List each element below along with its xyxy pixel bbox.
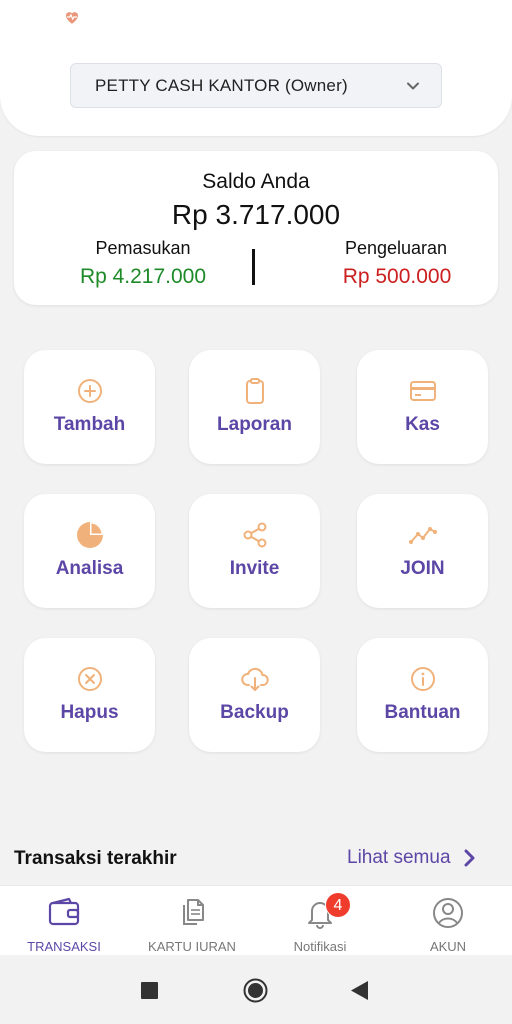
documents-icon (183, 899, 204, 925)
nav-item-kartu-iuran[interactable]: KARTU IURAN (128, 886, 256, 955)
account-select[interactable]: PETTY CASH KANTOR (Owner) (70, 63, 442, 108)
menu-label: Tambah (53, 414, 126, 435)
expense-label: Pengeluaran (344, 238, 448, 258)
nav-label: AKUN (429, 939, 467, 954)
chevron-down-icon (407, 82, 419, 89)
x-circle-icon (77, 667, 102, 691)
back-triangle-icon[interactable] (351, 981, 368, 1000)
home-circle-icon[interactable] (243, 978, 268, 1003)
clipboard-icon (245, 378, 264, 404)
menu-kas-button[interactable]: Kas (357, 350, 488, 464)
menu-label: Bantuan (384, 702, 461, 723)
menu-label: Laporan (217, 414, 292, 435)
trending-line-icon (408, 527, 437, 544)
nav-item-akun[interactable]: AKUN (384, 886, 512, 955)
see-all-link[interactable]: Lihat semua (347, 847, 475, 869)
notification-badge: 4 (325, 892, 351, 918)
menu-label: Invite (229, 558, 280, 579)
account-select-value: PETTY CASH KANTOR (Owner) (95, 75, 348, 95)
nav-label: KARTU IURAN (148, 939, 236, 954)
nav-label: TRANSAKSI (27, 939, 101, 954)
system-nav-bar (0, 955, 512, 1024)
menu-label: Kas (405, 414, 440, 435)
menu-label: Analisa (55, 558, 124, 579)
menu-label: Hapus (60, 702, 119, 723)
menu-label: JOIN (400, 558, 445, 579)
chevron-right-icon (464, 849, 475, 867)
balance-title: Saldo Anda (202, 170, 310, 193)
expense-value: Rp 500.000 (342, 265, 452, 288)
credit-card-icon (409, 381, 436, 401)
income-label: Pemasukan (95, 238, 191, 258)
balance-value: Rp 3.717.000 (171, 199, 341, 230)
nav-label: Notifikasi (293, 939, 347, 954)
bottom-nav: TRANSAKSI KARTU IURAN Notifikasi AKUN (0, 885, 512, 955)
header-card: PETTY CASH KANTOR (Owner) (0, 0, 512, 136)
menu-invite-button[interactable]: Invite (189, 494, 320, 608)
balance-divider (252, 249, 255, 285)
nav-item-transaksi[interactable]: TRANSAKSI (0, 886, 128, 955)
cloud-download-icon (240, 667, 269, 691)
recents-square-icon[interactable] (141, 982, 158, 999)
share-icon (243, 522, 266, 548)
info-circle-icon (410, 667, 435, 691)
heart-pulse-icon (66, 12, 78, 24)
balance-card: Saldo Anda Rp 3.717.000 Pemasukan Rp 4.2… (14, 151, 498, 305)
plus-circle-icon (77, 379, 102, 403)
menu-tambah-button[interactable]: Tambah (24, 350, 155, 464)
wallet-icon (48, 897, 80, 926)
menu-analisa-button[interactable]: Analisa (24, 494, 155, 608)
menu-backup-button[interactable]: Backup (189, 638, 320, 752)
nav-item-notifikasi[interactable]: Notifikasi (256, 886, 384, 955)
income-value: Rp 4.217.000 (79, 265, 207, 288)
menu-join-button[interactable]: JOIN (357, 494, 488, 608)
menu-label: Backup (220, 702, 289, 723)
see-all-label: Lihat semua (347, 847, 451, 868)
user-circle-icon (433, 898, 463, 928)
menu-laporan-button[interactable]: Laporan (189, 350, 320, 464)
menu-bantuan-button[interactable]: Bantuan (357, 638, 488, 752)
recent-transactions-title: Transaksi terakhir (14, 848, 177, 869)
menu-hapus-button[interactable]: Hapus (24, 638, 155, 752)
pie-chart-icon (76, 522, 103, 548)
